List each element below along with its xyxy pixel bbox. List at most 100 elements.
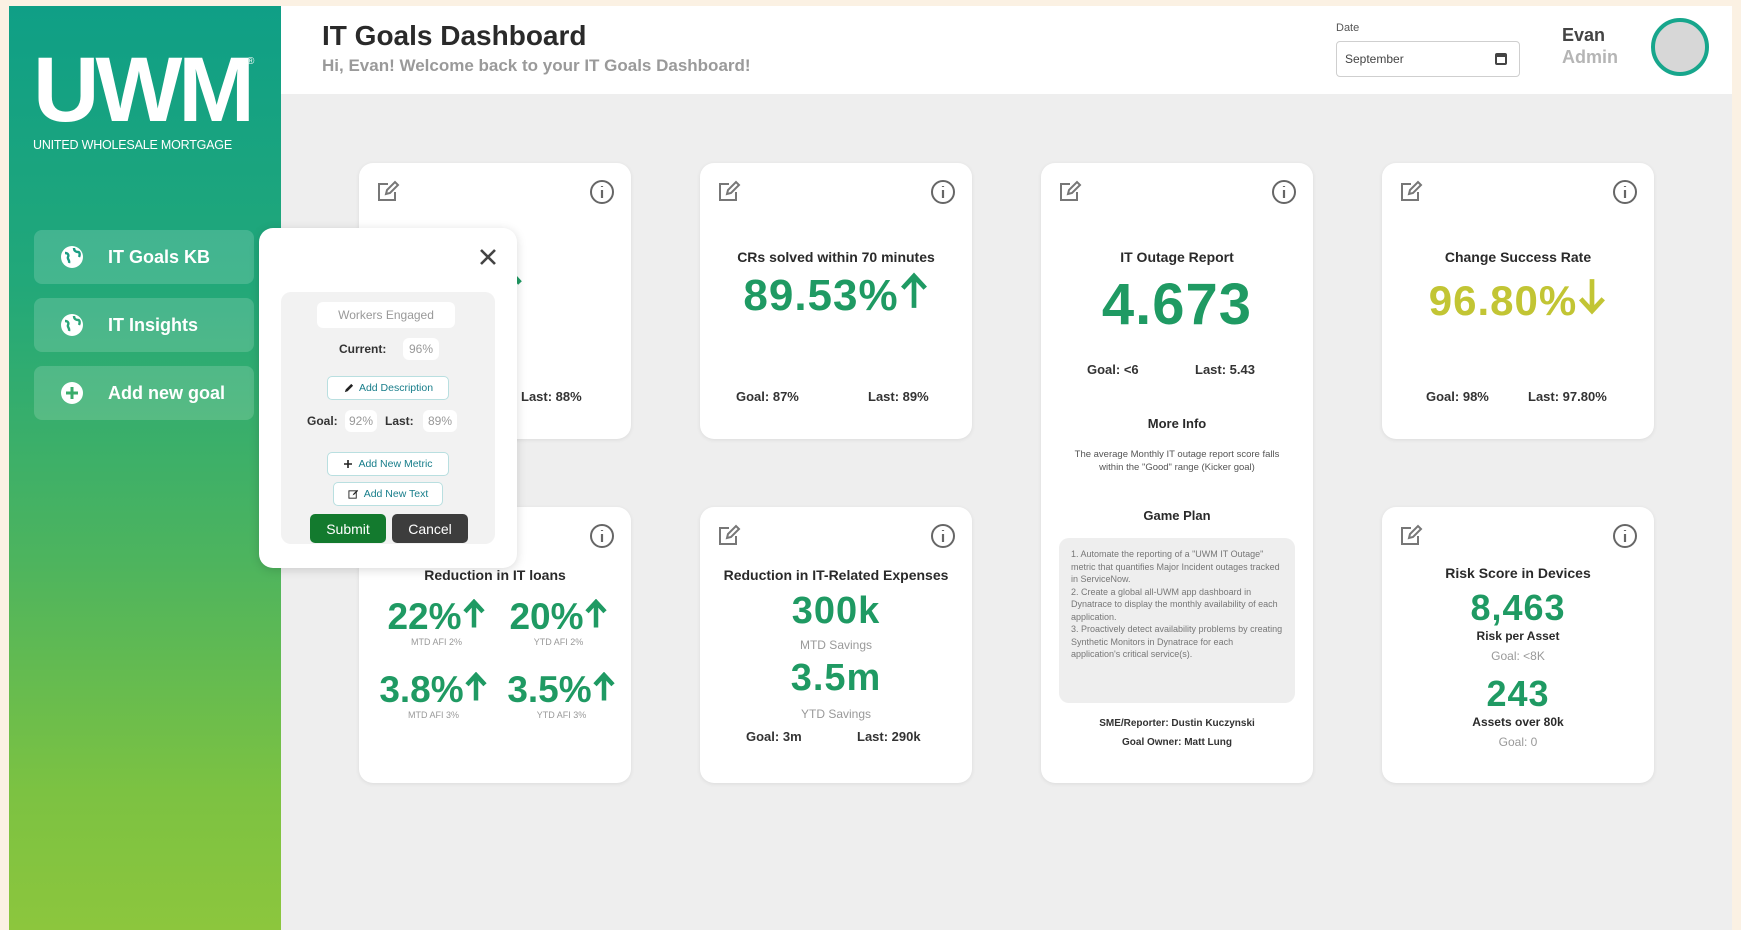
game-plan-item: 1. Automate the reporting of a "UWM IT O… bbox=[1071, 549, 1280, 584]
info-icon[interactable] bbox=[1612, 179, 1638, 205]
metric-name-field[interactable]: Workers Engaged bbox=[317, 302, 455, 328]
loan-metric: 20% YTD AFI 2% bbox=[501, 597, 616, 647]
arrow-up-icon bbox=[465, 672, 487, 701]
card-value-text: 89.53% bbox=[743, 271, 899, 320]
info-icon[interactable] bbox=[589, 179, 615, 205]
last-value-field[interactable]: 89% bbox=[423, 410, 457, 432]
app-frame: UWM ® UNITED WHOLESALE MORTGAGE IT Goals… bbox=[9, 6, 1732, 930]
mtd-savings-value: 300k bbox=[791, 590, 881, 632]
card-reduction-it-expenses: Reduction in IT-Related Expenses 300k MT… bbox=[700, 507, 972, 783]
card-title: Reduction in IT-Related Expenses bbox=[723, 567, 949, 583]
assets-goal: Goal: 0 bbox=[1498, 735, 1538, 749]
assets-label: Assets over 80k bbox=[1472, 715, 1564, 729]
goal-owner: Goal Owner: Matt Lung bbox=[1122, 737, 1232, 748]
add-new-metric-label: Add New Metric bbox=[358, 458, 433, 470]
edit-metric-popup: Workers Engaged Current: 96% Add Descrip… bbox=[259, 228, 517, 568]
page-title: IT Goals Dashboard bbox=[322, 20, 587, 51]
date-value: September bbox=[1345, 52, 1404, 66]
mtd-savings-label: MTD Savings bbox=[799, 638, 873, 652]
risk-label: Risk per Asset bbox=[1476, 629, 1560, 643]
close-icon[interactable] bbox=[477, 246, 499, 268]
loan-metric: 3.8% MTD AFI 3% bbox=[371, 670, 496, 720]
plus-circle-icon bbox=[58, 379, 86, 407]
info-icon[interactable] bbox=[1271, 179, 1297, 205]
card-last: Last: 97.80% bbox=[1528, 389, 1607, 404]
add-new-text-button[interactable]: Add New Text bbox=[333, 482, 443, 506]
loan-metric-value: 20% bbox=[509, 596, 584, 637]
sidebar-item-add-new-goal[interactable]: Add new goal bbox=[34, 366, 254, 420]
submit-button[interactable]: Submit bbox=[310, 514, 386, 543]
current-label: Current: bbox=[339, 342, 387, 356]
ytd-savings-label: YTD Savings bbox=[800, 707, 872, 721]
uwm-logo: UWM ® UNITED WHOLESALE MORTGAGE bbox=[33, 44, 263, 152]
card-last: Last: 88% bbox=[521, 389, 582, 404]
info-icon[interactable] bbox=[930, 179, 956, 205]
cancel-button[interactable]: Cancel bbox=[392, 514, 468, 543]
logo-subtitle: UNITED WHOLESALE MORTGAGE bbox=[33, 138, 232, 152]
loan-metric-label: MTD AFI 3% bbox=[407, 710, 459, 720]
user-name: Evan bbox=[1562, 25, 1606, 45]
plus-icon bbox=[344, 460, 353, 468]
card-goal: Goal: 98% bbox=[1426, 389, 1489, 404]
card-risk-score-devices: Risk Score in Devices 8,463 Risk per Ass… bbox=[1382, 507, 1654, 783]
card-title: CRs solved within 70 minutes bbox=[737, 249, 935, 265]
assets-value: 243 bbox=[1486, 673, 1550, 714]
sidebar-item-label: IT Insights bbox=[108, 314, 198, 335]
card-title: Reduction in IT loans bbox=[424, 567, 566, 583]
last-label: Last: bbox=[385, 414, 414, 428]
arrow-down-icon bbox=[1579, 279, 1606, 315]
arrow-up-icon bbox=[593, 672, 615, 701]
game-plan-list: 1. Automate the reporting of a "UWM IT O… bbox=[1059, 538, 1295, 703]
loan-metric-value: 3.8% bbox=[379, 669, 464, 710]
card-value: 89.53% bbox=[700, 271, 972, 321]
risk-value: 8,463 bbox=[1470, 587, 1566, 628]
sidebar-item-it-insights[interactable]: IT Insights bbox=[34, 298, 254, 352]
more-info-title: More Info bbox=[1147, 416, 1207, 431]
sidebar-item-label: Add new goal bbox=[108, 382, 225, 403]
registered-mark: ® bbox=[247, 56, 255, 67]
sidebar-item-label: IT Goals KB bbox=[108, 246, 211, 267]
add-new-metric-button[interactable]: Add New Metric bbox=[327, 452, 449, 476]
card-change-success-rate: Change Success Rate 96.80% Goal: 98% Las… bbox=[1382, 163, 1654, 439]
card-title: Change Success Rate bbox=[1444, 249, 1592, 265]
logo-text: UWM bbox=[33, 39, 255, 141]
loan-metric-value: 22% bbox=[387, 596, 462, 637]
info-icon[interactable] bbox=[589, 523, 615, 549]
card-goal: Goal: 87% bbox=[736, 389, 799, 404]
info-icon[interactable] bbox=[1612, 523, 1638, 549]
card-value: 4.673 bbox=[1101, 272, 1253, 337]
loan-metric-value: 3.5% bbox=[507, 669, 592, 710]
edit-icon[interactable] bbox=[1057, 179, 1083, 205]
card-crs-solved: CRs solved within 70 minutes 89.53% Goal… bbox=[700, 163, 972, 439]
globe-icon bbox=[58, 243, 86, 271]
add-new-text-label: Add New Text bbox=[363, 488, 429, 500]
add-description-button[interactable]: Add Description bbox=[327, 376, 449, 400]
card-value-text: 96.80% bbox=[1428, 277, 1578, 324]
pencil-icon bbox=[344, 383, 354, 392]
more-info-text: The average Monthly IT outage report sco… bbox=[1074, 449, 1280, 473]
info-icon[interactable] bbox=[930, 523, 956, 549]
game-plan-item: 3. Proactively detect availability probl… bbox=[1071, 624, 1283, 659]
sidebar-item-it-goals-kb[interactable]: IT Goals KB bbox=[34, 230, 254, 284]
risk-goal: Goal: <8K bbox=[1491, 649, 1545, 663]
sidebar: UWM ® UNITED WHOLESALE MORTGAGE IT Goals… bbox=[9, 6, 281, 930]
goal-label: Goal: bbox=[307, 414, 338, 428]
add-description-label: Add Description bbox=[358, 382, 434, 394]
game-plan-item: 2. Create a global all-UWM app dashboard… bbox=[1071, 586, 1278, 622]
current-value-field[interactable]: 96% bbox=[403, 338, 439, 360]
card-goal: Goal: <6 bbox=[1087, 362, 1139, 377]
loan-metric: 22% MTD AFI 2% bbox=[379, 597, 494, 647]
loan-metric-label: MTD AFI 2% bbox=[410, 637, 462, 647]
loan-metric-label: YTD AFI 3% bbox=[536, 710, 587, 720]
edit-icon[interactable] bbox=[1398, 523, 1424, 549]
goal-value-field[interactable]: 92% bbox=[345, 410, 377, 432]
card-last: Last: 290k bbox=[857, 729, 921, 744]
ytd-savings-value: 3.5m bbox=[790, 657, 882, 699]
avatar[interactable] bbox=[1651, 18, 1709, 76]
game-plan-title: Game Plan bbox=[1143, 508, 1211, 523]
edit-icon[interactable] bbox=[1398, 179, 1424, 205]
edit-icon[interactable] bbox=[716, 523, 742, 549]
edit-icon[interactable] bbox=[375, 179, 401, 205]
date-picker[interactable]: September bbox=[1336, 41, 1520, 77]
edit-icon[interactable] bbox=[716, 179, 742, 205]
